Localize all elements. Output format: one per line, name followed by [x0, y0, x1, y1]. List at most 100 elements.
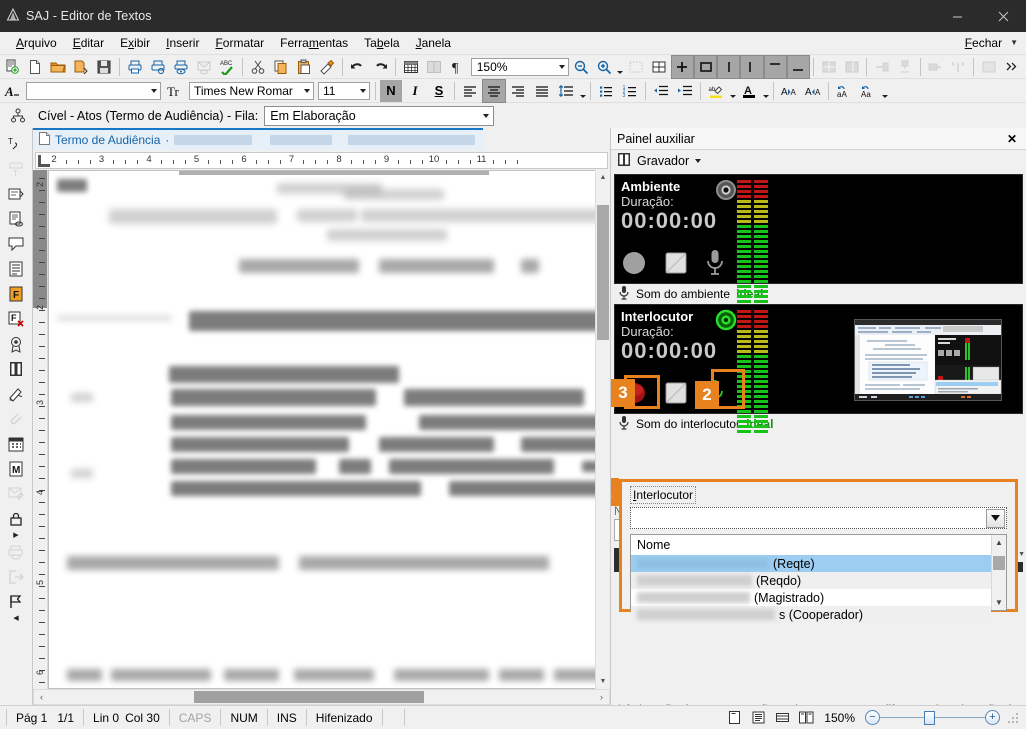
menu-fechar[interactable]: Fechar: [959, 34, 1008, 52]
font-color-icon[interactable]: A: [738, 80, 760, 102]
increase-indent-icon[interactable]: [674, 80, 696, 102]
indent-marker-icon[interactable]: [38, 154, 50, 167]
edit-signature-icon[interactable]: [3, 382, 29, 406]
vertical-scroll-thumb[interactable]: [597, 205, 609, 340]
lowercase-icon[interactable]: Aa: [857, 80, 879, 102]
remove-field-icon[interactable]: F: [3, 307, 29, 331]
cut-icon[interactable]: [247, 56, 268, 78]
toolbar-overflow[interactable]: [1000, 56, 1026, 78]
signature-seal-icon[interactable]: [3, 332, 29, 356]
merge-cells-icon[interactable]: [841, 56, 862, 78]
align-right-icon[interactable]: [507, 80, 529, 102]
stop-button-icon[interactable]: [663, 250, 689, 279]
menu-exibir[interactable]: Exibir: [112, 34, 158, 52]
uppercase-icon[interactable]: aA: [833, 80, 855, 102]
chevron-down-icon[interactable]: [302, 88, 313, 93]
view-two-page-icon[interactable]: [796, 709, 816, 727]
list-scroll-track[interactable]: [992, 550, 1006, 595]
list-item[interactable]: s (Cooperador): [631, 606, 991, 623]
increase-font-icon[interactable]: AA: [778, 80, 800, 102]
form-field-icon[interactable]: F: [3, 282, 29, 306]
toolbar-overflow-icon[interactable]: [1001, 56, 1023, 78]
view-web-icon[interactable]: [772, 709, 792, 727]
zoom-combo[interactable]: 150%: [470, 57, 570, 76]
print-preview-rail-icon[interactable]: [3, 540, 29, 564]
vertical-scroll-track[interactable]: [596, 185, 610, 674]
chevron-down-icon[interactable]: ▼: [992, 595, 1006, 610]
document-page[interactable]: [48, 170, 595, 689]
stop-button-icon[interactable]: [663, 380, 689, 409]
menu-janela[interactable]: Janela: [408, 34, 459, 52]
document-tab[interactable]: Termo de Audiência ·: [33, 128, 483, 150]
attachment-icon[interactable]: [3, 407, 29, 431]
scroll-up-icon[interactable]: ▲: [596, 170, 610, 185]
minus-icon[interactable]: −: [865, 710, 880, 725]
new-document-icon[interactable]: [24, 56, 45, 78]
interlocutor-list[interactable]: Nome (Reqte) (Reqdo) (Magistrado) s (Coo…: [630, 534, 1007, 623]
list-item[interactable]: (Magistrado): [631, 589, 991, 606]
open-model-icon[interactable]: [71, 56, 92, 78]
decrease-font-icon[interactable]: AA: [802, 80, 824, 102]
menu-arquivo[interactable]: AArquivorquivo: [8, 34, 65, 52]
view-print-layout-icon[interactable]: [724, 709, 744, 727]
top-border-icon[interactable]: [763, 54, 787, 79]
menu-tabela[interactable]: Tabela: [356, 34, 407, 52]
italic-button[interactable]: I: [404, 80, 426, 102]
bold-button[interactable]: N: [380, 79, 402, 102]
style-combo[interactable]: [26, 81, 161, 100]
split-cells-icon[interactable]: [818, 56, 839, 78]
status-ins[interactable]: INS: [268, 709, 307, 726]
chevron-down-icon[interactable]: [695, 159, 702, 163]
insert-table-icon[interactable]: [649, 56, 670, 78]
panel-scroll-down-icon[interactable]: ▼: [1018, 547, 1025, 562]
column-insert-icon[interactable]: [948, 56, 969, 78]
align-center-icon[interactable]: [482, 78, 506, 103]
redo-icon[interactable]: [370, 56, 391, 78]
horizontal-scroll-track[interactable]: [49, 690, 594, 704]
vertical-line-icon[interactable]: [717, 54, 741, 79]
chevron-up-icon[interactable]: ▲: [992, 535, 1006, 550]
zoom-slider[interactable]: − +: [865, 710, 1000, 725]
align-left-icon[interactable]: [459, 80, 481, 102]
interlocutor-list-scrollbar[interactable]: ▲ ▼: [991, 535, 1006, 610]
bullet-list-icon[interactable]: [595, 80, 617, 102]
paste-icon[interactable]: [293, 56, 314, 78]
font-size-combo[interactable]: 11: [318, 81, 370, 100]
numbered-list-icon[interactable]: 123: [619, 80, 641, 102]
send-mail-icon[interactable]: [194, 56, 215, 78]
status-caps[interactable]: CAPS: [170, 709, 222, 726]
interlocutor-combo-input[interactable]: [630, 507, 1007, 529]
document-vertical-scrollbar[interactable]: ▲ ▼: [595, 170, 610, 689]
close-button[interactable]: [980, 0, 1026, 32]
record-button-circle-icon[interactable]: [621, 250, 647, 279]
line-spacing-chevron-down-icon[interactable]: [578, 80, 587, 102]
zoom-track[interactable]: [880, 710, 985, 725]
zoom-out-icon[interactable]: [570, 56, 591, 78]
list-scroll-thumb[interactable]: [993, 556, 1005, 570]
cell-split-icon[interactable]: [895, 56, 916, 78]
chevron-down-icon[interactable]: [358, 88, 369, 93]
panel-close-icon[interactable]: ✕: [1004, 132, 1020, 146]
plus-icon[interactable]: +: [985, 710, 1000, 725]
film-strip-icon[interactable]: [3, 357, 29, 381]
decrease-indent-icon[interactable]: [650, 80, 672, 102]
zoom-in-icon[interactable]: [593, 56, 614, 78]
list-view-icon[interactable]: [3, 257, 29, 281]
chevron-down-icon[interactable]: [986, 508, 1005, 528]
save-icon[interactable]: [94, 56, 115, 78]
text-cursor-icon[interactable]: T: [3, 132, 29, 156]
print-preview-icon[interactable]: [170, 56, 191, 78]
menu-ferramentas[interactable]: Ferramentas: [272, 34, 356, 52]
case-chevron-down-icon[interactable]: [880, 80, 889, 102]
horizontal-scroll-thumb[interactable]: [194, 691, 424, 703]
chevron-down-icon[interactable]: ▼: [1008, 38, 1022, 47]
scroll-left-icon[interactable]: ‹: [34, 690, 49, 704]
draw-table-icon[interactable]: [670, 54, 694, 79]
zoom-options-chevron-down-icon[interactable]: [616, 56, 625, 78]
export-icon[interactable]: [3, 565, 29, 589]
text-frame-icon[interactable]: T: [3, 157, 29, 181]
menu-inserir[interactable]: Inserir: [158, 34, 207, 52]
document-horizontal-scrollbar[interactable]: ‹ ›: [33, 689, 610, 705]
menu-formatar[interactable]: Formatar: [207, 34, 272, 52]
chevron-down-icon[interactable]: [559, 64, 566, 69]
